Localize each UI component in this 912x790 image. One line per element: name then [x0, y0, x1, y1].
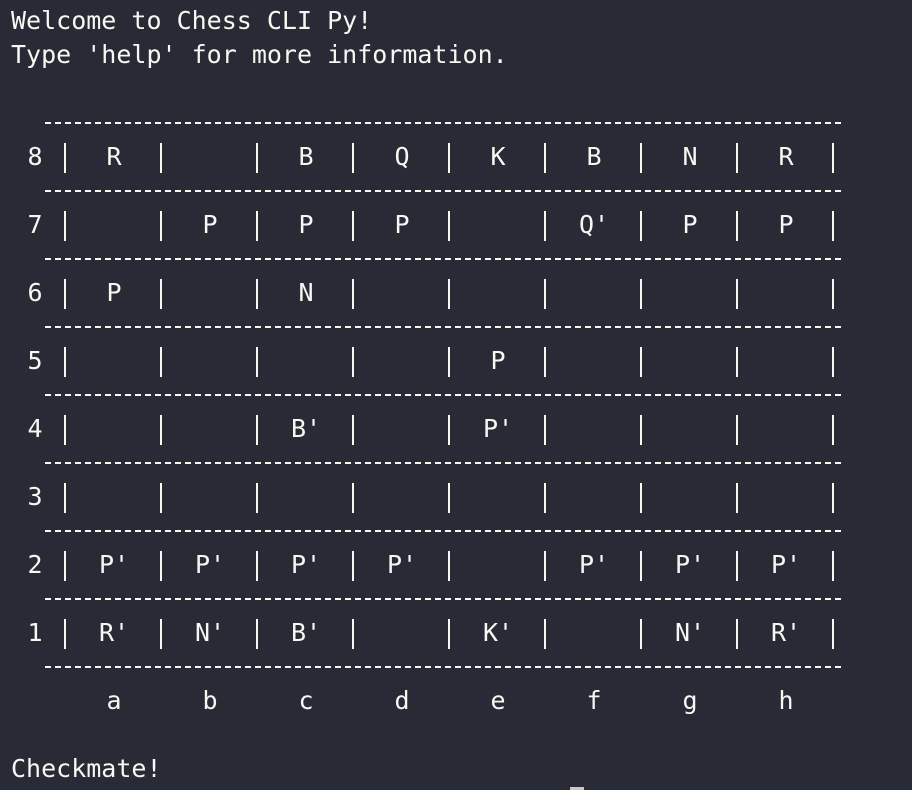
file-label: c	[298, 686, 314, 715]
cell-separator	[640, 347, 642, 377]
file-label: h	[778, 686, 794, 715]
cell-separator	[448, 483, 450, 513]
board-square-a6: P	[106, 278, 122, 307]
cell-separator	[832, 415, 834, 445]
rank-label: 6	[27, 278, 43, 307]
board-square-h2: P'	[770, 550, 802, 579]
file-label: d	[394, 686, 410, 715]
board-square-g2: P'	[674, 550, 706, 579]
file-label: e	[490, 686, 506, 715]
board-divider	[45, 190, 841, 192]
cell-separator	[832, 279, 834, 309]
board-divider	[45, 530, 841, 532]
board-square-f7: Q'	[578, 210, 610, 239]
board-square-e1: K'	[482, 618, 514, 647]
board-square-b2: P'	[194, 550, 226, 579]
board-divider	[45, 462, 841, 464]
cell-separator	[256, 347, 258, 377]
file-label: b	[202, 686, 218, 715]
board-square-a8: R	[106, 142, 122, 171]
cell-separator	[352, 483, 354, 513]
board-divider	[45, 598, 841, 600]
board-square-c6: N	[298, 278, 314, 307]
board-divider	[45, 258, 841, 260]
board-square-e8: K	[490, 142, 506, 171]
cell-separator	[64, 483, 66, 513]
board-square-c4: B'	[290, 414, 322, 443]
board-square-g1: N'	[674, 618, 706, 647]
rank-label: 7	[27, 210, 43, 239]
board-divider	[45, 666, 841, 668]
board-square-f8: B	[586, 142, 602, 171]
cell-separator	[832, 347, 834, 377]
cell-separator	[64, 211, 66, 241]
rank-label: 4	[27, 414, 43, 443]
rank-label: 1	[27, 618, 43, 647]
cell-separator	[640, 483, 642, 513]
cell-separator	[160, 483, 162, 513]
board-square-g7: P	[682, 210, 698, 239]
cell-separator	[256, 483, 258, 513]
board-square-h7: P	[778, 210, 794, 239]
board-square-c8: B	[298, 142, 314, 171]
board-square-h8: R	[778, 142, 794, 171]
cell-separator	[352, 347, 354, 377]
cell-separator	[640, 279, 642, 309]
cell-separator	[64, 347, 66, 377]
file-label: a	[106, 686, 122, 715]
cell-separator	[736, 279, 738, 309]
board-square-b7: P	[202, 210, 218, 239]
board-square-d2: P'	[386, 550, 418, 579]
cell-separator	[448, 279, 450, 309]
cell-separator	[544, 483, 546, 513]
cell-separator	[736, 415, 738, 445]
board-square-d8: Q	[394, 142, 410, 171]
board-square-h1: R'	[770, 618, 802, 647]
board-square-c1: B'	[290, 618, 322, 647]
board-square-f2: P'	[578, 550, 610, 579]
board-divider	[45, 326, 841, 328]
cell-separator	[160, 415, 162, 445]
cell-separator	[736, 483, 738, 513]
cell-separator	[64, 415, 66, 445]
board-square-e4: P'	[482, 414, 514, 443]
board-square-a1: R'	[98, 618, 130, 647]
file-label: f	[586, 686, 602, 715]
cell-separator	[832, 483, 834, 513]
board-square-b1: N'	[194, 618, 226, 647]
chess-board: 8 R B Q K B N R 7 P P P Q' P P 6 P N 5 P 4 B' P' 3 2 P' P' P' P' P' P'…	[0, 0, 912, 790]
board-divider	[45, 122, 841, 124]
rank-label: 8	[27, 142, 43, 171]
cell-separator	[736, 347, 738, 377]
cell-separator	[160, 347, 162, 377]
board-square-d7: P	[394, 210, 410, 239]
board-square-c7: P	[298, 210, 314, 239]
board-square-a2: P'	[98, 550, 130, 579]
cell-separator	[544, 279, 546, 309]
cell-separator	[640, 415, 642, 445]
file-label: g	[682, 686, 698, 715]
board-square-g8: N	[682, 142, 698, 171]
board-square-c2: P'	[290, 550, 322, 579]
rank-label: 3	[27, 482, 43, 511]
rank-label: 2	[27, 550, 43, 579]
game-status: Checkmate!	[11, 754, 162, 783]
board-divider	[45, 394, 841, 396]
rank-label: 5	[27, 346, 43, 375]
board-square-e5: P	[490, 346, 506, 375]
